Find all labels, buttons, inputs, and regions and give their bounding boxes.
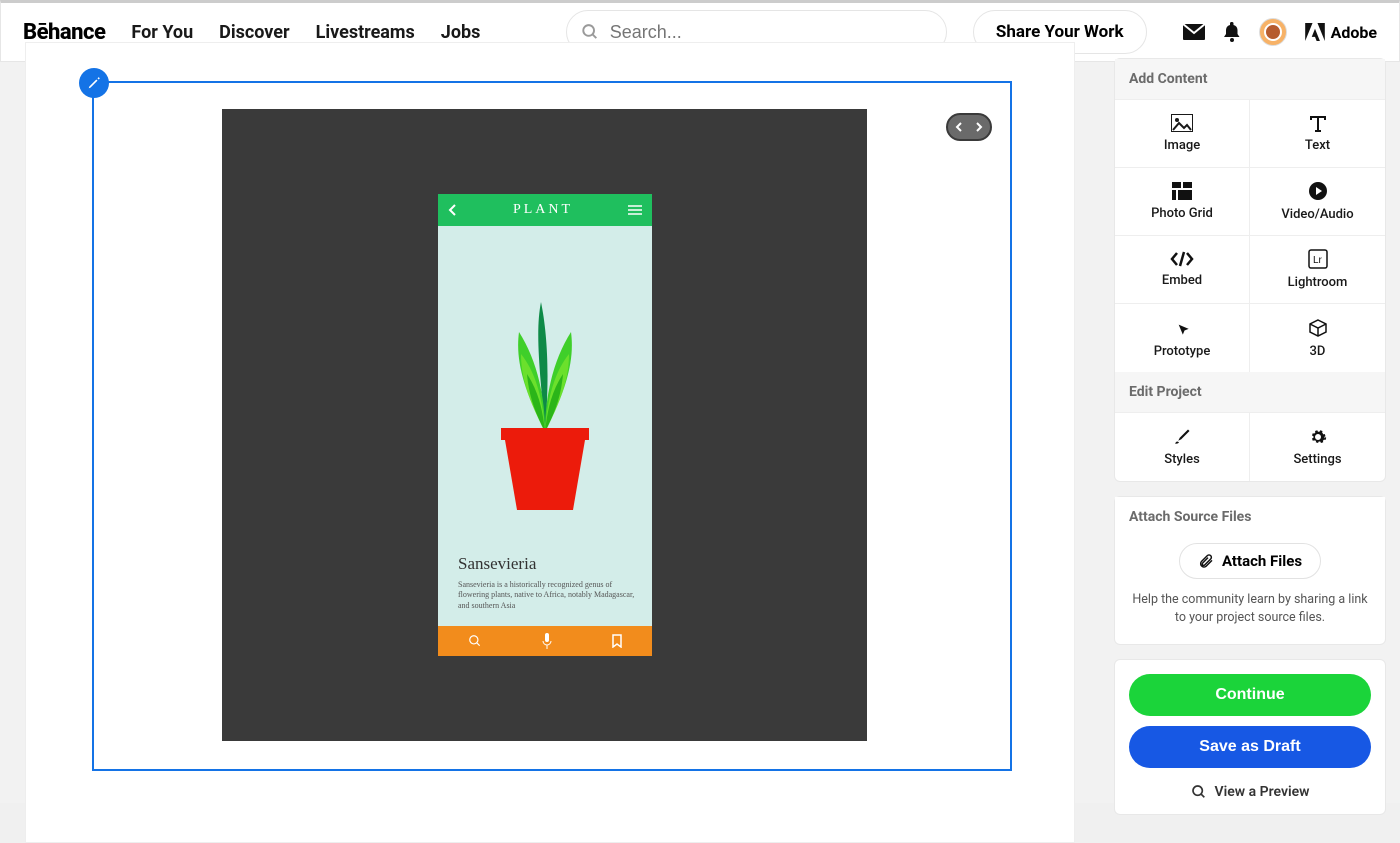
brush-icon <box>1173 428 1191 446</box>
pencil-icon <box>87 76 101 90</box>
header-icons: Adobe <box>1183 18 1377 46</box>
mockup-card-title: Sansevieria <box>458 554 640 574</box>
arrows-left-right-icon <box>955 121 983 133</box>
svg-text:Lr: Lr <box>1313 255 1323 266</box>
save-draft-button[interactable]: Save as Draft <box>1129 726 1371 768</box>
nav-jobs[interactable]: Jobs <box>441 22 481 43</box>
attach-desc: Help the community learn by sharing a li… <box>1129 591 1371 626</box>
tile-3d[interactable]: 3D <box>1250 304 1385 372</box>
image-icon <box>1171 114 1193 132</box>
tile-settings[interactable]: Settings <box>1250 413 1385 481</box>
view-preview-link[interactable]: View a Preview <box>1129 778 1371 806</box>
mockup-tabbar <box>438 626 652 656</box>
content-tiles: Image Text Photo Grid Video/Audio Embed <box>1115 100 1385 372</box>
tile-video-audio[interactable]: Video/Audio <box>1250 168 1385 236</box>
text-icon <box>1308 114 1328 132</box>
mockup-card-desc: Sansevieria is a historically recognized… <box>458 580 640 612</box>
mic-icon <box>542 633 552 649</box>
lightroom-icon: Lr <box>1308 249 1328 269</box>
right-sidepanel: Add Content Image Text Photo Grid Video/… <box>1100 62 1400 803</box>
tile-styles[interactable]: Styles <box>1115 413 1250 481</box>
mockup-title: PLANT <box>513 202 573 218</box>
tile-embed[interactable]: Embed <box>1115 236 1250 304</box>
mockup-appbar: PLANT <box>438 194 652 226</box>
mockup-body: Sansevieria Sansevieria is a historicall… <box>438 226 652 626</box>
project-surface: PLANT <box>25 42 1075 843</box>
adobe-link[interactable]: Adobe <box>1305 23 1377 42</box>
tile-photo-grid[interactable]: Photo Grid <box>1115 168 1250 236</box>
bell-icon[interactable] <box>1223 22 1241 42</box>
main-nav: For You Discover Livestreams Jobs <box>131 22 480 43</box>
tile-lightroom[interactable]: Lr Lightroom <box>1250 236 1385 304</box>
edit-tiles: Styles Settings <box>1115 413 1385 481</box>
reorder-handle[interactable] <box>946 113 992 141</box>
plant-illustration <box>485 302 605 522</box>
edit-project-header: Edit Project <box>1115 372 1385 413</box>
search-icon <box>468 634 482 648</box>
play-icon <box>1308 181 1328 201</box>
chevron-left-icon <box>448 204 458 216</box>
phone-mockup: PLANT <box>438 194 652 656</box>
behance-logo[interactable]: Bēhance <box>23 20 105 45</box>
attach-header: Attach Source Files <box>1115 497 1385 529</box>
tile-image[interactable]: Image <box>1115 100 1250 168</box>
code-icon <box>1170 251 1194 267</box>
cursor-click-icon <box>1172 318 1192 338</box>
grid-icon <box>1172 182 1192 200</box>
selected-block-frame[interactable]: PLANT <box>92 81 1012 771</box>
nav-for-you[interactable]: For You <box>131 22 193 43</box>
add-content-header: Add Content <box>1115 59 1385 100</box>
tile-text[interactable]: Text <box>1250 100 1385 168</box>
edit-block-button[interactable] <box>79 68 109 98</box>
page: PLANT <box>0 62 1400 803</box>
cube-icon <box>1308 318 1328 338</box>
actions-panel: Continue Save as Draft View a Preview <box>1114 659 1386 815</box>
paperclip-icon <box>1198 553 1214 569</box>
hamburger-icon <box>628 205 642 215</box>
add-content-panel: Add Content Image Text Photo Grid Video/… <box>1114 58 1386 482</box>
adobe-icon <box>1305 23 1325 41</box>
avatar[interactable] <box>1259 18 1287 46</box>
search-icon <box>581 22 599 42</box>
search-input[interactable] <box>610 22 932 43</box>
continue-button[interactable]: Continue <box>1129 674 1371 716</box>
attach-source-panel: Attach Source Files Attach Files Help th… <box>1114 496 1386 645</box>
bookmark-icon <box>612 634 622 648</box>
mockup-text: Sansevieria Sansevieria is a historicall… <box>458 554 640 612</box>
image-block[interactable]: PLANT <box>222 109 867 741</box>
gear-icon <box>1309 428 1327 446</box>
editor-column: PLANT <box>0 62 1100 803</box>
nav-livestreams[interactable]: Livestreams <box>316 22 415 43</box>
attach-files-button[interactable]: Attach Files <box>1179 543 1321 579</box>
tile-prototype[interactable]: Prototype <box>1115 304 1250 372</box>
nav-discover[interactable]: Discover <box>219 22 289 43</box>
mail-icon[interactable] <box>1183 24 1205 40</box>
search-icon <box>1191 784 1207 800</box>
